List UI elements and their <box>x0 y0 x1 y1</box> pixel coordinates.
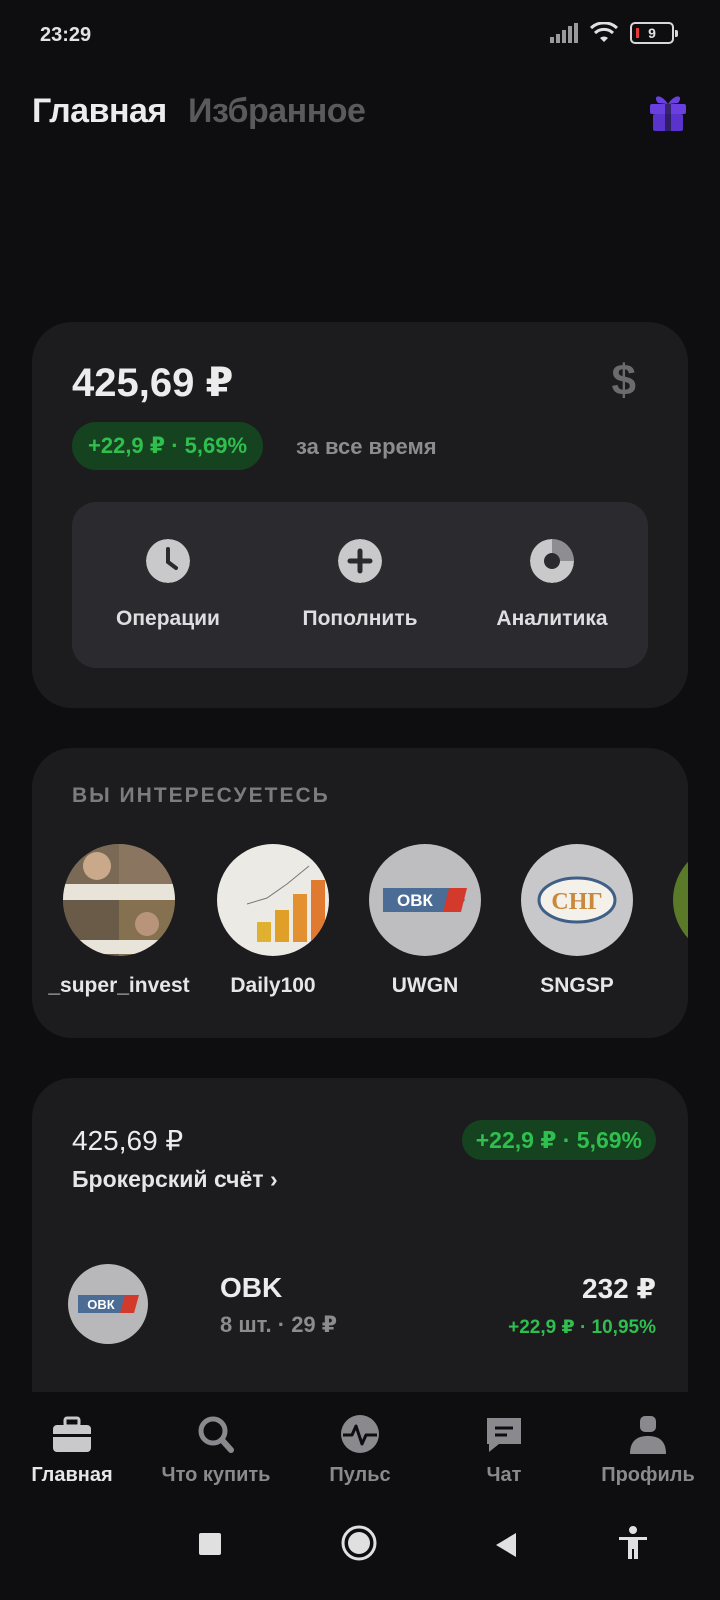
nav-profile[interactable]: Профиль <box>576 1392 720 1502</box>
system-nav-bar <box>0 1510 720 1600</box>
status-icons: 9 <box>550 22 678 44</box>
account-name-link[interactable]: Брокерский счёт › <box>72 1166 278 1193</box>
coins-chart-avatar <box>217 844 329 956</box>
interest-item[interactable]: СНГ SNGSP <box>502 844 652 998</box>
ovk-logo-text: ОВК <box>397 891 434 910</box>
bottom-nav: Главная Что купить Пульс Чат Профиль <box>0 1392 720 1502</box>
position-ticker: OBK <box>220 1272 283 1303</box>
interest-label: SNGSP <box>540 974 614 997</box>
quick-actions: Операции Пополнить Аналитика <box>72 502 648 668</box>
signal-icon <box>550 23 578 43</box>
position-value: 232 ₽ <box>582 1273 656 1304</box>
analytics-button[interactable]: Аналитика <box>462 539 642 631</box>
accessibility-icon[interactable] <box>618 1526 648 1560</box>
search-icon <box>198 1416 234 1453</box>
interests-carousel[interactable]: _super_invest Daily100 ОВК UWGN СНГ SNGS… <box>32 844 688 1014</box>
back-icon[interactable] <box>494 1532 518 1558</box>
nav-label: Чат <box>486 1464 522 1486</box>
interest-label: UWGN <box>391 974 459 997</box>
position-quantity: 8 шт. · 29 ₽ <box>220 1312 338 1337</box>
top-up-label: Пополнить <box>302 607 418 630</box>
sng-logo: СНГ <box>521 844 633 956</box>
ovk-logo: ОВК <box>369 844 481 956</box>
interests-card: ВЫ ИНТЕРЕСУЕТЕСЬ _super_invest Daily100 … <box>32 748 688 1038</box>
nav-home[interactable]: Главная <box>0 1392 144 1502</box>
donut-chart-icon <box>530 539 574 583</box>
ovk-logo: ОВК <box>68 1264 148 1344</box>
status-bar: 23:29 9 <box>0 0 720 70</box>
partial-avatar <box>673 844 688 956</box>
gain-period[interactable]: за все время <box>296 434 437 460</box>
operations-label: Операции <box>116 607 220 630</box>
nav-label: Профиль <box>601 1464 695 1486</box>
interest-label: _super_invest <box>48 974 190 997</box>
header: Главная Избранное <box>32 88 688 138</box>
analytics-label: Аналитика <box>496 607 608 630</box>
nav-label: Что купить <box>161 1464 271 1486</box>
balance-card: 425,69 ₽ $ +22,9 ₽ · 5,69% за все время … <box>32 322 688 708</box>
plus-icon <box>338 539 382 583</box>
status-time: 23:29 <box>40 24 92 46</box>
account-gain-badge: +22,9 ₽ · 5,69% <box>461 1120 656 1160</box>
tab-favorites[interactable]: Избранное <box>188 92 366 131</box>
interest-label: Daily100 <box>230 974 316 997</box>
sng-logo-text: СНГ <box>551 889 602 915</box>
wifi-icon <box>590 22 618 42</box>
portfolio-position[interactable]: ОВК OBK 8 шт. · 29 ₽ 232 ₽ +22,9 ₽ · 10,… <box>68 1264 656 1344</box>
clock-icon <box>146 539 190 583</box>
position-change: +22,9 ₽ · 10,95% <box>508 1317 656 1338</box>
nav-chat[interactable]: Чат <box>432 1392 576 1502</box>
battery-level: 9 <box>648 25 656 41</box>
home-icon[interactable] <box>340 1524 378 1562</box>
profile-icon <box>630 1416 666 1454</box>
chat-icon <box>487 1418 521 1452</box>
nav-label: Пульс <box>329 1464 391 1486</box>
total-balance: 425,69 ₽ <box>72 361 234 405</box>
tab-main[interactable]: Главная <box>32 92 167 131</box>
account-card: 425,69 ₽ Брокерский счёт › +22,9 ₽ · 5,6… <box>32 1078 688 1408</box>
section-title: ВЫ ИНТЕРЕСУЕТЕСЬ <box>72 784 330 807</box>
gift-icon[interactable] <box>648 90 688 132</box>
interest-item-partial[interactable] <box>654 844 688 956</box>
briefcase-icon <box>53 1416 91 1452</box>
nav-label: Главная <box>31 1464 113 1486</box>
currency-switch-icon[interactable]: $ <box>612 356 636 406</box>
account-balance: 425,69 ₽ <box>72 1125 184 1156</box>
nav-pulse[interactable]: Пульс <box>288 1392 432 1502</box>
operations-button[interactable]: Операции <box>78 539 258 631</box>
meme-avatar <box>63 844 175 956</box>
interest-item[interactable]: _super_invest <box>44 844 194 998</box>
interest-item[interactable]: ОВК UWGN <box>350 844 500 998</box>
total-gain-badge: +22,9 ₽ · 5,69% <box>72 422 264 470</box>
battery-icon: 9 <box>630 22 678 44</box>
ovk-logo-text: ОВК <box>87 1297 115 1312</box>
top-up-button[interactable]: Пополнить <box>270 539 450 631</box>
recents-icon[interactable] <box>198 1532 222 1556</box>
nav-what-to-buy[interactable]: Что купить <box>144 1392 288 1502</box>
pulse-icon <box>341 1415 379 1453</box>
interest-item[interactable]: Daily100 <box>198 844 348 998</box>
